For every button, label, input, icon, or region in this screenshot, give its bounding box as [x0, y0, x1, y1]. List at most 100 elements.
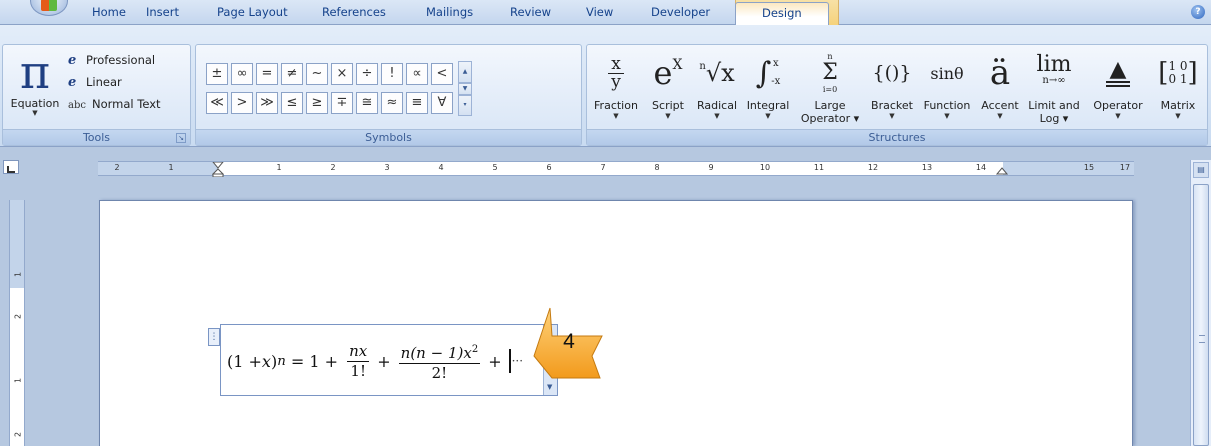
tab-review[interactable]: Review — [510, 0, 551, 25]
vertical-ruler[interactable]: 2 1 1 2 — [9, 200, 25, 446]
tab-home[interactable]: Home — [92, 0, 126, 25]
symbol-approx[interactable]: ≈ — [381, 92, 403, 114]
ruler-number: 2 — [330, 163, 336, 172]
eq-frac1-denominator: 1! — [347, 360, 370, 381]
equation-move-handle-icon[interactable]: ⋮ — [208, 328, 220, 346]
chevron-down-icon: ▼ — [997, 112, 1003, 120]
ruler-number: 3 — [384, 163, 390, 172]
vertical-scrollbar[interactable]: ▤ — [1190, 160, 1211, 446]
normal-text-button[interactable]: abc Normal Text — [68, 97, 161, 117]
chevron-down-icon: ▼ — [1175, 112, 1181, 120]
symbol-tilde[interactable]: ~ — [306, 63, 328, 85]
office-button[interactable] — [30, 0, 68, 16]
limit-and-log-button[interactable]: lim n→∞ Limit and Log ▾ — [1023, 47, 1085, 131]
chevron-down-icon: ▼ — [714, 112, 720, 120]
tab-selector-icon[interactable] — [3, 160, 19, 174]
script-label: Script — [652, 99, 684, 112]
symbols-more-icon[interactable]: ▾ — [458, 95, 472, 116]
symbol-plus-minus[interactable]: ± — [206, 63, 228, 85]
equation-button[interactable]: π Equation ▼ — [5, 47, 65, 131]
eq-frac2-denominator: 2! — [398, 362, 481, 383]
symbols-scroll-down-icon[interactable]: ▼ — [458, 83, 472, 95]
operator-button[interactable]: ▲ Operator ▼ — [1087, 47, 1149, 131]
symbol-equals[interactable]: = — [256, 63, 278, 85]
document-page[interactable] — [99, 200, 1133, 446]
matrix-label: Matrix — [1160, 99, 1196, 112]
symbols-group: ± ∞ = ≠ ~ × ÷ ! ∝ < ≪ > ≫ ≤ ≥ ∓ ≅ ≈ ≡ ∀ … — [195, 44, 582, 146]
ruler-number: 1 — [13, 271, 23, 278]
ruler-number: 2 — [13, 313, 23, 320]
text-cursor — [508, 349, 511, 373]
eq-lhs-open: (1 + — [227, 351, 262, 371]
tab-page-layout[interactable]: Page Layout — [217, 0, 288, 25]
ruler-number: 1 — [13, 377, 23, 384]
symbols-scroll-up-icon[interactable]: ▲ — [458, 61, 472, 83]
bracket-button[interactable]: {()} Bracket ▼ — [867, 47, 917, 131]
symbol-less-than[interactable]: < — [431, 63, 453, 85]
structures-group: xy Fraction ▼ eX Script ▼ n √x Radical ▼ … — [586, 44, 1208, 146]
eq-ellipsis: ··· — [511, 354, 524, 368]
view-ruler-toggle-icon[interactable]: ▤ — [1193, 162, 1209, 178]
eq-frac2-numerator-var: x — [463, 343, 472, 362]
first-line-indent-marker-icon[interactable] — [212, 162, 224, 177]
ruler-area: 2 1 1 2 3 4 5 6 7 8 9 10 11 12 13 14 15 … — [0, 148, 1211, 182]
script-button[interactable]: eX Script ▼ — [645, 47, 691, 131]
function-button[interactable]: sinθ Function ▼ — [917, 47, 977, 131]
symbol-divide[interactable]: ÷ — [356, 63, 378, 85]
scrollbar-thumb[interactable] — [1193, 184, 1209, 446]
symbol-not-equal[interactable]: ≠ — [281, 63, 303, 85]
symbol-minus-plus[interactable]: ∓ — [331, 92, 353, 114]
symbol-infinity[interactable]: ∞ — [231, 63, 253, 85]
ruler-number: 1 — [168, 163, 174, 172]
symbol-much-less[interactable]: ≪ — [206, 92, 228, 114]
ruler-number: 12 — [867, 163, 879, 172]
matrix-button[interactable]: [1 00 1] Matrix ▼ — [1151, 47, 1205, 131]
symbol-congruent[interactable]: ≅ — [356, 92, 378, 114]
callout-step-number: 4 — [563, 330, 575, 353]
symbol-proportional[interactable]: ∝ — [406, 63, 428, 85]
equation-box[interactable]: (1 + x) n = 1 + nx 1! + n(n − 1)x2 2! + ·… — [220, 324, 558, 396]
office-logo-icon — [41, 0, 57, 11]
professional-button[interactable]: e Professional — [68, 53, 155, 73]
eq-lhs-var: x — [261, 351, 271, 371]
accent-icon: ä — [989, 53, 1011, 93]
large-operator-label: Large — [814, 99, 846, 112]
tab-view[interactable]: View — [586, 0, 613, 25]
radical-label: Radical — [696, 99, 738, 112]
linear-button[interactable]: e Linear — [68, 75, 122, 95]
large-operator-button[interactable]: n Σi=0 Large Operator ▾ — [795, 47, 865, 131]
right-indent-marker-icon[interactable] — [996, 162, 1008, 177]
tab-references[interactable]: References — [322, 0, 386, 25]
matrix-icon: [1 00 1] — [1158, 58, 1198, 88]
eq-plus: + — [377, 351, 391, 371]
symbol-factorial[interactable]: ! — [381, 63, 403, 85]
eq-plus-2: + — [488, 351, 502, 371]
horizontal-ruler[interactable]: 2 1 1 2 3 4 5 6 7 8 9 10 11 12 13 14 15 … — [98, 161, 1134, 177]
ruler-number: 1 — [276, 163, 282, 172]
tools-dialog-launcher-icon[interactable]: ↘ — [176, 133, 186, 143]
symbol-for-all[interactable]: ∀ — [431, 92, 453, 114]
operator-label: Operator — [1093, 99, 1143, 112]
ruler-number: 10 — [759, 163, 771, 172]
symbol-less-equal[interactable]: ≤ — [281, 92, 303, 114]
chevron-down-icon: ▼ — [32, 109, 38, 117]
radical-button[interactable]: n √x Radical ▼ — [691, 47, 743, 131]
symbol-greater-than[interactable]: > — [231, 92, 253, 114]
integral-button[interactable]: ∫ x -x Integral ▼ — [743, 47, 793, 131]
tab-design[interactable]: Design — [735, 2, 829, 26]
eq-frac2-numerator-a: n(n − 1) — [400, 343, 464, 362]
limit-and-log-label: Limit and — [1028, 99, 1080, 112]
equation-content[interactable]: (1 + x) n = 1 + nx 1! + n(n − 1)x2 2! + ·… — [227, 333, 523, 389]
fraction-button[interactable]: xy Fraction ▼ — [587, 47, 645, 131]
symbols-group-label: Symbols — [196, 129, 581, 145]
symbol-identical[interactable]: ≡ — [406, 92, 428, 114]
symbol-greater-equal[interactable]: ≥ — [306, 92, 328, 114]
accent-button[interactable]: ä Accent ▼ — [977, 47, 1023, 131]
tab-mailings[interactable]: Mailings — [426, 0, 473, 25]
fraction-label: Fraction — [594, 99, 638, 112]
tab-developer[interactable]: Developer — [651, 0, 710, 25]
tab-insert[interactable]: Insert — [146, 0, 179, 25]
symbol-much-greater[interactable]: ≫ — [256, 92, 278, 114]
help-icon[interactable]: ? — [1191, 5, 1205, 19]
symbol-times[interactable]: × — [331, 63, 353, 85]
